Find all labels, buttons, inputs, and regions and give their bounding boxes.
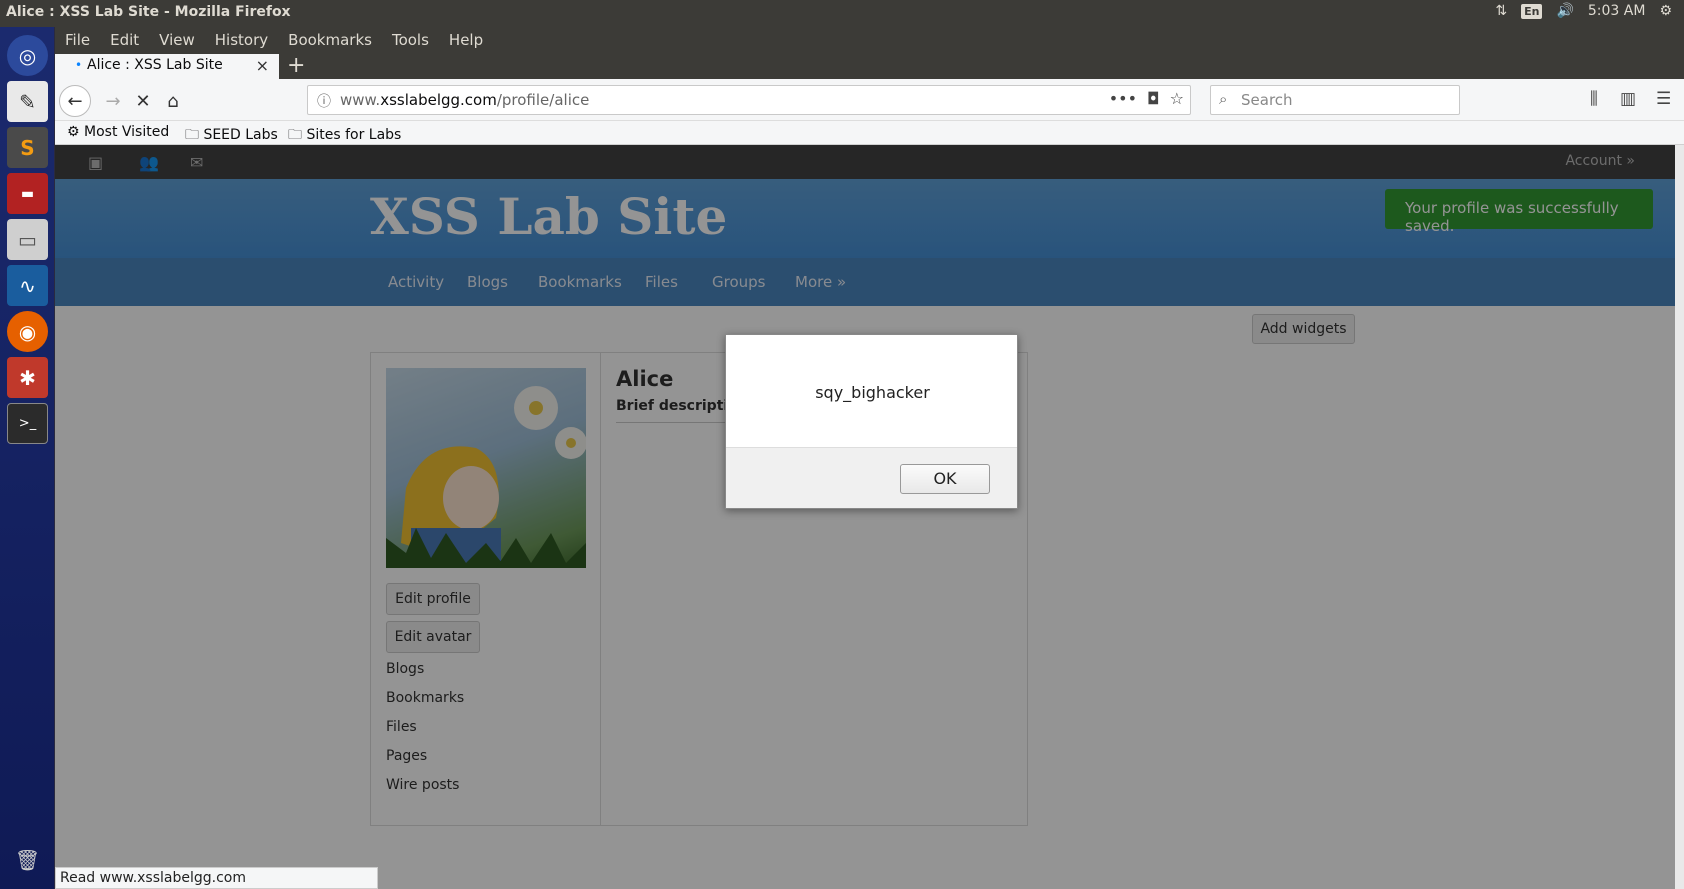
- search-bar[interactable]: ⌕ Search: [1210, 85, 1460, 115]
- menu-edit[interactable]: Edit: [100, 27, 149, 54]
- network-icon[interactable]: ⇅: [1495, 3, 1507, 19]
- terminal-red-icon[interactable]: ▬: [7, 173, 48, 214]
- menu-view[interactable]: View: [149, 27, 205, 54]
- url-bar[interactable]: ⓘ www.xsslabelgg.com/profile/alice ••• ◘…: [307, 85, 1191, 115]
- menu-tools[interactable]: Tools: [382, 27, 439, 54]
- system-top-panel: Alice : XSS Lab Site - Mozilla Firefox ⇅…: [0, 0, 1684, 27]
- tab-alice-xss-lab-site[interactable]: • Alice : XSS Lab Site ×: [55, 54, 279, 79]
- window-title: Alice : XSS Lab Site - Mozilla Firefox: [6, 4, 291, 20]
- menu-help[interactable]: Help: [439, 27, 493, 54]
- settings-icon[interactable]: ✱: [7, 357, 48, 398]
- firefox-icon[interactable]: ◉: [7, 311, 48, 352]
- alert-message: sqy_bighacker: [815, 383, 930, 402]
- ok-button[interactable]: OK: [900, 464, 990, 494]
- keyboard-language-indicator[interactable]: En: [1521, 3, 1543, 19]
- stop-button[interactable]: ✕: [129, 87, 157, 115]
- sidebar-toggle-icon[interactable]: ▥: [1620, 89, 1636, 109]
- trash-icon[interactable]: 🗑: [7, 839, 48, 880]
- clock[interactable]: 5:03 AM: [1588, 3, 1646, 19]
- tab-title: Alice : XSS Lab Site: [87, 57, 223, 73]
- home-button[interactable]: ⌂: [159, 87, 187, 115]
- unity-launcher: ◎ ✎ S ▬ ▭ ∿ ◉ ✱ >_ 🗑: [0, 27, 55, 889]
- files-icon[interactable]: ▭: [7, 219, 48, 260]
- menu-history[interactable]: History: [205, 27, 278, 54]
- library-icon[interactable]: ⫼: [1590, 89, 1598, 109]
- tab-loading-icon: •: [75, 58, 83, 72]
- hamburger-menu-icon[interactable]: ☰: [1656, 89, 1671, 109]
- page-scrollbar[interactable]: [1675, 145, 1684, 889]
- search-placeholder: Search: [1241, 91, 1293, 109]
- sublime-text-icon[interactable]: S: [7, 127, 48, 168]
- alert-dialog: sqy_bighacker OK: [725, 334, 1018, 509]
- tab-close-icon[interactable]: ×: [256, 56, 269, 75]
- new-tab-button[interactable]: +: [287, 53, 305, 78]
- folder-icon: 🗀: [288, 127, 307, 143]
- terminal-icon[interactable]: >_: [7, 403, 48, 444]
- volume-icon[interactable]: 🔊: [1556, 3, 1573, 19]
- bookmark-most-visited[interactable]: ⚙ Most Visited: [67, 124, 169, 140]
- system-tray: ⇅ En 🔊 5:03 AM ⚙: [1495, 3, 1672, 19]
- url-host: xsslabelgg.com: [380, 91, 497, 109]
- page-actions-icon[interactable]: •••: [1109, 89, 1137, 108]
- url-prefix: www.: [340, 91, 381, 109]
- search-icon: ⌕: [1219, 90, 1228, 108]
- folder-icon: 🗀: [185, 127, 204, 143]
- pocket-icon[interactable]: ◘: [1147, 89, 1160, 108]
- bookmark-star-icon[interactable]: ☆: [1170, 89, 1184, 108]
- url-path: /profile/alice: [496, 91, 590, 109]
- forward-button[interactable]: →: [99, 87, 127, 115]
- navigation-toolbar: ← → ✕ ⌂ ⓘ www.xsslabelgg.com/profile/ali…: [55, 79, 1684, 121]
- menu-file[interactable]: File: [55, 27, 100, 54]
- ubuntu-dash-icon[interactable]: ◎: [7, 35, 48, 76]
- status-bar: Read www.xsslabelgg.com: [55, 867, 378, 889]
- bookmarks-toolbar: ⚙ Most Visited 🗀 SEED Labs 🗀 Sites for L…: [55, 121, 1684, 145]
- power-icon[interactable]: ⚙: [1659, 3, 1672, 19]
- text-editor-icon[interactable]: ✎: [7, 81, 48, 122]
- firefox-menubar: File Edit View History Bookmarks Tools H…: [55, 27, 1684, 54]
- gear-icon: ⚙: [67, 124, 85, 140]
- tab-strip: • Alice : XSS Lab Site × +: [55, 53, 1684, 79]
- site-info-icon[interactable]: ⓘ: [317, 91, 331, 111]
- wireshark-icon[interactable]: ∿: [7, 265, 48, 306]
- modal-overlay: [55, 145, 1675, 889]
- menu-bookmarks[interactable]: Bookmarks: [278, 27, 382, 54]
- back-button[interactable]: ←: [59, 85, 91, 117]
- alert-footer: OK: [726, 447, 1017, 508]
